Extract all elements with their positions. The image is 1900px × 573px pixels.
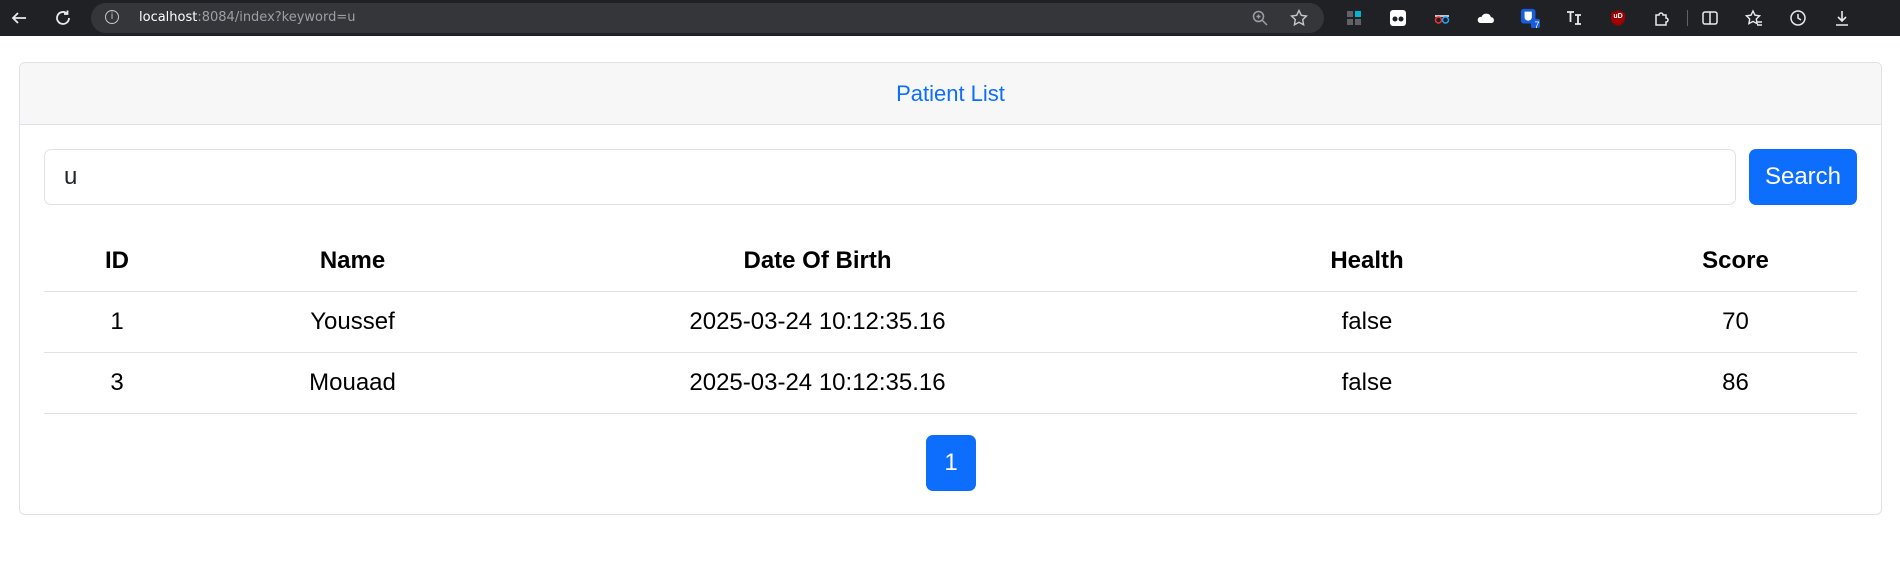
extension-bitwarden-icon[interactable]: 7 bbox=[1520, 8, 1540, 30]
pagination-page-1[interactable]: 1 bbox=[926, 435, 976, 491]
extension-badge: 7 bbox=[1534, 20, 1540, 30]
extension-grid-icon[interactable] bbox=[1344, 8, 1364, 28]
history-icon[interactable] bbox=[1788, 8, 1808, 28]
downloads-icon[interactable] bbox=[1832, 8, 1852, 28]
extension-translate-icon[interactable] bbox=[1564, 8, 1584, 28]
cell-health: false bbox=[1120, 352, 1614, 414]
back-arrow-icon bbox=[11, 12, 26, 24]
header-score: Score bbox=[1614, 231, 1857, 292]
table-header-row: ID Name Date Of Birth Health Score bbox=[44, 231, 1857, 292]
header-name: Name bbox=[190, 231, 515, 292]
header-id: ID bbox=[44, 231, 190, 292]
extension-cloud-icon[interactable] bbox=[1476, 8, 1496, 28]
favorite-star-icon[interactable] bbox=[1290, 9, 1308, 27]
table-row: 3 Mouaad 2025-03-24 10:12:35.16 false 86 bbox=[44, 352, 1857, 414]
table-row: 1 Youssef 2025-03-24 10:12:35.16 false 7… bbox=[44, 291, 1857, 353]
split-screen-icon[interactable] bbox=[1700, 8, 1720, 28]
extension-spy-icon[interactable] bbox=[1432, 8, 1452, 28]
header-date-of-birth: Date Of Birth bbox=[515, 231, 1120, 292]
cell-date-of-birth: 2025-03-24 10:12:35.16 bbox=[515, 291, 1120, 353]
toolbar-divider bbox=[1687, 10, 1688, 26]
patient-table: ID Name Date Of Birth Health Score 1 You… bbox=[44, 231, 1857, 414]
cell-id: 1 bbox=[44, 291, 190, 353]
cell-name: Youssef bbox=[190, 291, 515, 353]
patient-card: Patient List Search ID Name Date Of Birt… bbox=[19, 62, 1882, 515]
address-url[interactable]: localhost:8084/index?keyword=u bbox=[139, 10, 356, 25]
address-bar[interactable]: i localhost:8084/index?keyword=u bbox=[91, 3, 1324, 33]
browser-toolbar: i localhost:8084/index?keyword=u 7 uD bbox=[0, 0, 1900, 36]
search-button[interactable]: Search bbox=[1749, 149, 1857, 205]
reload-icon bbox=[56, 10, 70, 25]
cell-name: Mouaad bbox=[190, 352, 515, 414]
back-button[interactable] bbox=[4, 4, 34, 32]
extension-glasses-icon[interactable] bbox=[1388, 8, 1408, 28]
cell-date-of-birth: 2025-03-24 10:12:35.16 bbox=[515, 352, 1120, 414]
card-title: Patient List bbox=[20, 63, 1881, 125]
cell-score: 86 bbox=[1614, 352, 1857, 414]
cell-score: 70 bbox=[1614, 291, 1857, 353]
reload-button[interactable] bbox=[48, 4, 78, 32]
favorites-icon[interactable] bbox=[1744, 8, 1764, 28]
header-health: Health bbox=[1120, 231, 1614, 292]
site-info-icon[interactable]: i bbox=[105, 10, 119, 24]
search-input[interactable] bbox=[44, 149, 1736, 205]
extension-ublock-icon[interactable]: uD bbox=[1608, 8, 1628, 28]
cell-id: 3 bbox=[44, 352, 190, 414]
extension-ublock-label: uD bbox=[1613, 13, 1623, 20]
zoom-icon[interactable] bbox=[1251, 9, 1269, 27]
cell-health: false bbox=[1120, 291, 1614, 353]
extensions-puzzle-icon[interactable] bbox=[1652, 8, 1672, 28]
